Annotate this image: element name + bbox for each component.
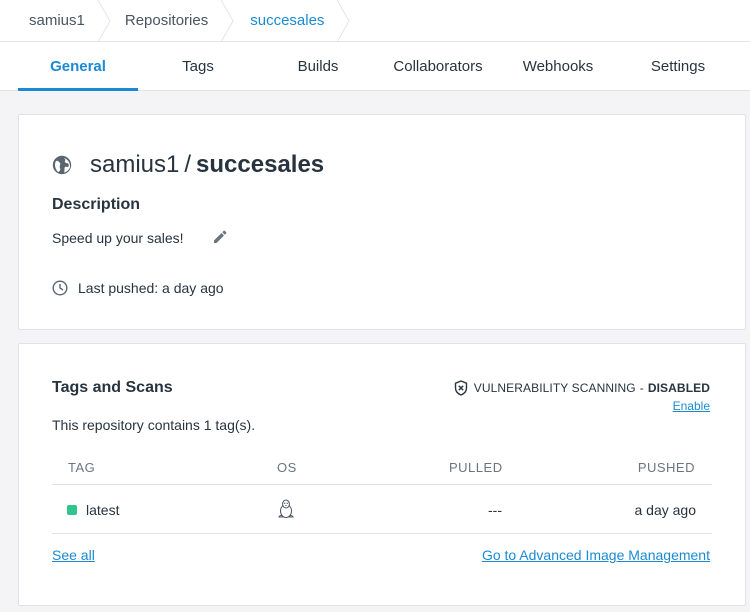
breadcrumb-item-repositories[interactable]: Repositories [111, 0, 234, 42]
repository-title: samius1 / succesales [52, 151, 324, 179]
pushed-value: a day ago [634, 502, 697, 518]
tab-webhooks[interactable]: Webhooks [498, 42, 618, 90]
breadcrumb-label[interactable]: succesales [250, 12, 324, 29]
breadcrumb-label[interactable]: samius1 [29, 12, 85, 29]
advanced-image-management-link[interactable]: Go to Advanced Image Management [482, 547, 710, 563]
last-pushed-text: Last pushed: a day ago [78, 280, 224, 296]
breadcrumb-separator [220, 0, 234, 42]
linux-icon [278, 499, 294, 518]
clock-icon [52, 280, 68, 296]
globe-icon [52, 155, 72, 175]
column-header-pulled: PULLED [449, 460, 503, 475]
column-header-os: OS [277, 460, 297, 475]
tags-table-header: TAG OS PULLED PUSHED [52, 451, 712, 485]
tab-builds[interactable]: Builds [258, 42, 378, 90]
breadcrumb-item-namespace[interactable]: samius1 [0, 0, 111, 42]
breadcrumb-item-current[interactable]: succesales [234, 0, 351, 42]
pulled-value: --- [488, 502, 502, 518]
column-header-pushed: PUSHED [637, 460, 695, 475]
tag-count-text: This repository contains 1 tag(s). [52, 417, 256, 433]
tab-collaborators[interactable]: Collaborators [378, 42, 498, 90]
last-pushed: Last pushed: a day ago [52, 280, 224, 296]
vulnerability-dash: - [639, 381, 644, 395]
repository-name: succesales [196, 151, 325, 178]
tags-and-scans-card: Tags and Scans VULNERABILITY SCANNING - … [18, 343, 746, 606]
repository-overview-card: samius1 / succesales Description Speed u… [18, 114, 746, 330]
breadcrumb: samius1 Repositories succesales [0, 0, 750, 42]
enable-scanning-link[interactable]: Enable [673, 399, 710, 413]
edit-pencil-icon[interactable] [213, 230, 227, 244]
column-header-tag: TAG [68, 460, 96, 475]
tags-and-scans-heading: Tags and Scans [52, 379, 173, 396]
vulnerability-scanning-status: VULNERABILITY SCANNING - DISABLED [454, 380, 710, 396]
repository-slash: / [184, 151, 192, 178]
vulnerability-label: VULNERABILITY SCANNING [473, 381, 636, 395]
breadcrumb-label[interactable]: Repositories [125, 12, 208, 29]
see-all-link[interactable]: See all [52, 547, 95, 563]
breadcrumb-separator [337, 0, 351, 42]
vulnerability-status-badge: DISABLED [647, 381, 710, 395]
table-row: latest --- a day ago [52, 485, 712, 534]
tab-general[interactable]: General [18, 42, 138, 91]
tag-status-dot [67, 505, 77, 515]
repository-namespace: samius1 [90, 151, 180, 178]
tab-tags[interactable]: Tags [138, 42, 258, 90]
breadcrumb-separator [97, 0, 111, 42]
shield-icon [454, 380, 467, 396]
description-text: Speed up your sales! [52, 230, 184, 246]
tab-settings[interactable]: Settings [618, 42, 738, 90]
tag-name-link[interactable]: latest [86, 502, 119, 518]
tab-bar: General Tags Builds Collaborators Webhoo… [0, 42, 750, 91]
description-heading: Description [52, 196, 141, 213]
